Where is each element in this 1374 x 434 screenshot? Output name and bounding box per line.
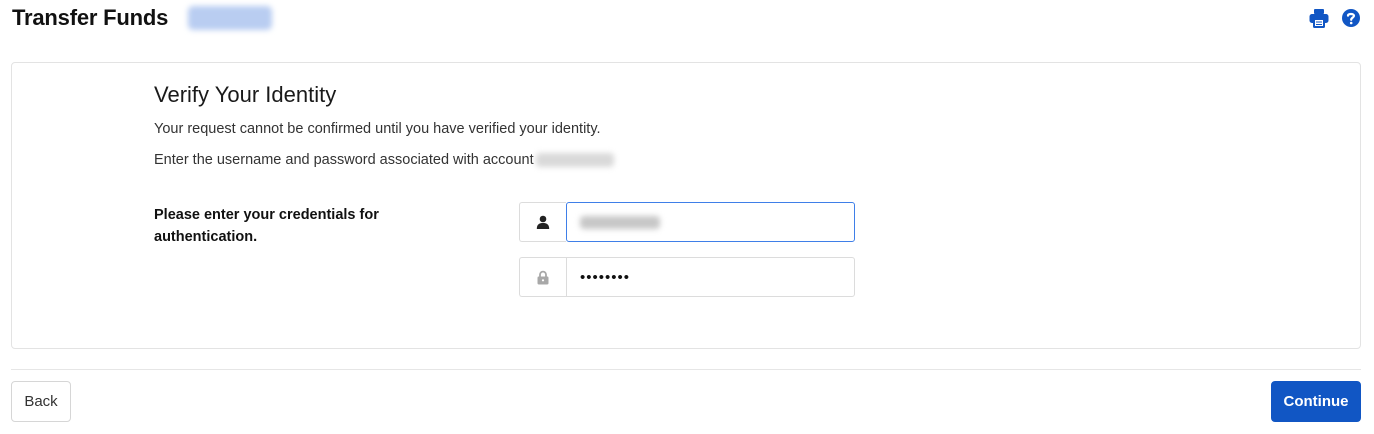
- back-button[interactable]: Back: [11, 381, 71, 422]
- continue-button[interactable]: Continue: [1271, 381, 1361, 422]
- footer-divider: [11, 369, 1361, 370]
- password-addon: [519, 257, 566, 297]
- verify-identity-card: Verify Your Identity Your request cannot…: [11, 62, 1361, 349]
- print-icon[interactable]: [1308, 8, 1330, 28]
- redacted-username: [580, 215, 660, 229]
- username-input[interactable]: [566, 202, 855, 242]
- page-title: Transfer Funds: [12, 5, 169, 30]
- password-value: ••••••••: [580, 268, 631, 286]
- header-actions: [1308, 8, 1362, 28]
- password-group: ••••••••: [519, 257, 855, 297]
- password-input[interactable]: ••••••••: [566, 257, 855, 297]
- transfer-funds-page: Transfer Funds Verify Your Identity Your…: [0, 0, 1374, 434]
- username-group: [519, 202, 855, 242]
- redacted-account-number: [535, 153, 614, 168]
- username-addon: [519, 202, 566, 242]
- credentials-label: Please enter your credentials for authen…: [154, 207, 379, 245]
- lock-icon: [537, 270, 549, 284]
- account-prompt-text: Enter the username and password associat…: [154, 152, 534, 168]
- verify-message: Your request cannot be confirmed until y…: [154, 121, 601, 137]
- help-icon[interactable]: [1340, 8, 1362, 28]
- account-prompt: Enter the username and password associat…: [154, 152, 614, 168]
- redacted-badge: [188, 6, 272, 30]
- user-icon: [536, 215, 550, 229]
- page-header: Transfer Funds: [12, 0, 1362, 38]
- verify-title: Verify Your Identity: [154, 82, 337, 107]
